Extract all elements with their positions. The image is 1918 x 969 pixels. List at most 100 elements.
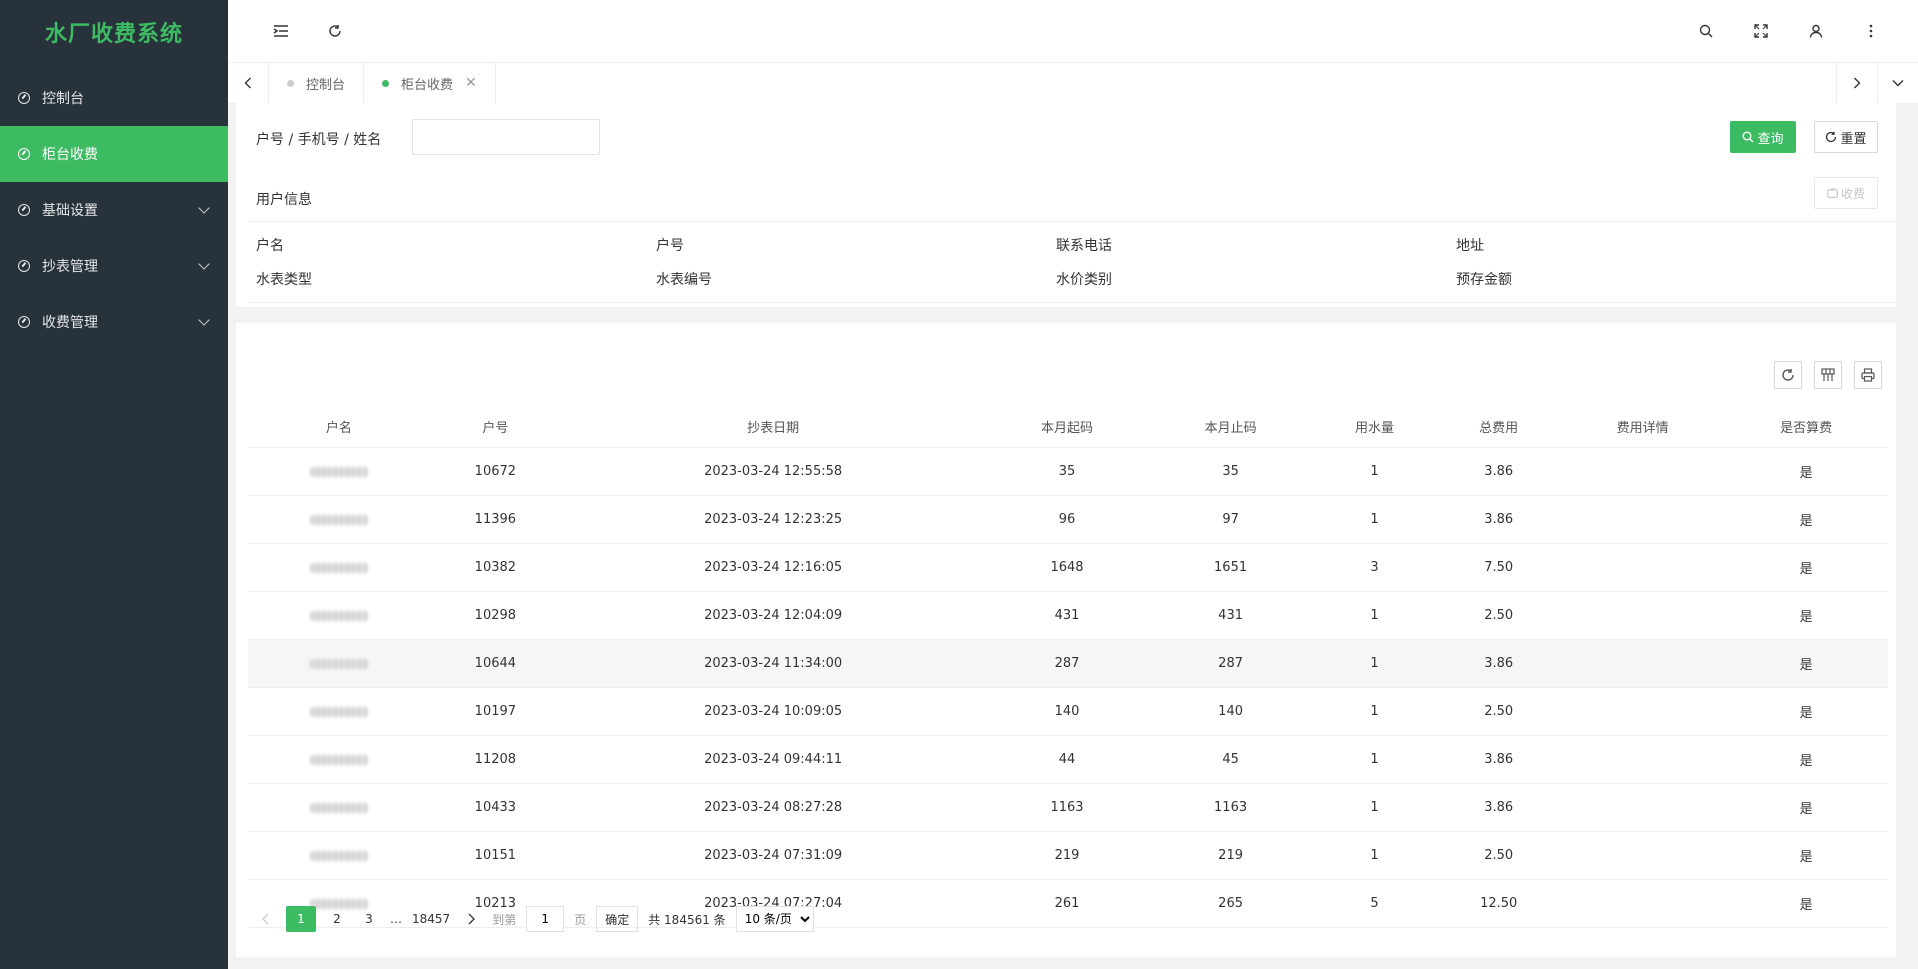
column-header[interactable]: 抄表日期 (561, 405, 986, 448)
table-cell: 2023-03-24 12:23:25 (561, 495, 986, 544)
table-cell (248, 495, 430, 544)
column-header[interactable]: 费用详情 (1560, 405, 1725, 448)
table-cell: 1 (1312, 639, 1437, 688)
next-page-icon[interactable] (460, 906, 482, 932)
page-button-3[interactable]: 3 (358, 906, 380, 932)
table-row[interactable]: 10644 2023-03-24 11:34:00 287 287 1 3.86 是 (248, 639, 1888, 688)
sidebar-item-counter-charge[interactable]: 柜台收费 (0, 126, 228, 182)
table-row[interactable]: 11396 2023-03-24 12:23:25 96 97 1 3.86 是 (248, 495, 1888, 544)
refresh-icon[interactable] (318, 14, 352, 48)
sidebar: 水厂收费系统 控制台 柜台收费 基础设置 抄表管理 收费管理 (0, 0, 228, 969)
columns-icon (1821, 368, 1835, 381)
sidebar-item-dashboard[interactable]: 控制台 (0, 70, 228, 126)
table-cell: 35 (1148, 447, 1313, 496)
query-button[interactable]: 查询 (1730, 121, 1796, 153)
table-cell: 11396 (429, 495, 561, 544)
sidebar-item-basic-settings[interactable]: 基础设置 (0, 182, 228, 238)
table-cell: 219 (1148, 831, 1313, 880)
table-row[interactable]: 10197 2023-03-24 10:09:05 140 140 1 2.50 是 (248, 687, 1888, 736)
column-header[interactable]: 总费用 (1436, 405, 1561, 448)
redacted-name (309, 658, 368, 669)
records-panel: 户名 户号 抄表日期 本月起码 本月止码 用水量 总费用 费用详情 是否算费 10672 2023… (236, 323, 1896, 957)
tab-dashboard[interactable]: 控制台 (269, 63, 365, 103)
table-cell: 1 (1312, 687, 1437, 736)
fullscreen-icon[interactable] (1744, 14, 1778, 48)
chevron-down-icon (198, 202, 210, 214)
column-header[interactable]: 用水量 (1312, 405, 1437, 448)
table-cell (248, 687, 430, 736)
search-icon[interactable] (1689, 14, 1723, 48)
tab-status-dot (287, 79, 294, 87)
table-cell: 2023-03-24 12:16:05 (561, 543, 986, 592)
column-header[interactable]: 户名 (248, 405, 430, 448)
user-info-grid: 户名 户号 联系电话 地址 水表类型 水表编号 水价类别 预存金额 (248, 221, 1896, 303)
redacted-name (309, 466, 368, 477)
goto-confirm-button[interactable]: 确定 (596, 906, 639, 932)
redacted-name (309, 850, 368, 861)
page-button-last[interactable]: 18457 (412, 906, 450, 932)
menu-toggle-icon[interactable] (264, 14, 298, 48)
tabs-scroll-right-icon[interactable] (1836, 63, 1877, 103)
sidebar-item-label: 基础设置 (42, 203, 98, 219)
table-cell: 是 (1724, 735, 1888, 784)
page-size-select[interactable]: 10 条/页 (735, 906, 814, 932)
reset-button[interactable]: 重置 (1814, 121, 1878, 153)
goto-page-input[interactable] (526, 906, 565, 932)
column-header[interactable]: 本月止码 (1148, 405, 1313, 448)
table-cell: 3.86 (1436, 735, 1561, 784)
table-cell: 3.86 (1436, 639, 1561, 688)
table-cell: 是 (1724, 879, 1888, 928)
dashboard-gauge-icon (18, 148, 30, 160)
column-header[interactable]: 户号 (429, 405, 561, 448)
tabs-scroll-left-icon[interactable] (228, 63, 269, 103)
table-cell: 219 (985, 831, 1149, 880)
info-field-name: 户名 (256, 238, 284, 254)
table-cell: 1 (1312, 495, 1437, 544)
table-cell: 431 (1148, 591, 1313, 640)
table-row[interactable]: 10433 2023-03-24 08:27:28 1163 1163 1 3.86 是 (248, 783, 1888, 832)
sidebar-item-label: 柜台收费 (42, 147, 98, 163)
table-cell: 是 (1724, 639, 1888, 688)
table-cell: 是 (1724, 495, 1888, 544)
table-print-button[interactable] (1854, 361, 1882, 389)
table-cell (1560, 831, 1725, 880)
redacted-name (309, 802, 368, 813)
table-cell: 3.86 (1436, 495, 1561, 544)
table-cell: 2023-03-24 07:31:09 (561, 831, 986, 880)
tab-counter-charge[interactable]: 柜台收费 ✕ (364, 63, 496, 103)
table-row[interactable]: 10672 2023-03-24 12:55:58 35 35 1 3.86 是 (248, 447, 1888, 496)
table-columns-button[interactable] (1814, 361, 1842, 389)
table-row[interactable]: 10382 2023-03-24 12:16:05 1648 1651 3 7.50 是 (248, 543, 1888, 592)
table-cell: 1651 (1148, 543, 1313, 592)
info-field-phone: 联系电话 (1056, 238, 1112, 254)
close-icon[interactable]: ✕ (465, 75, 477, 91)
table-row[interactable]: 11208 2023-03-24 09:44:11 44 45 1 3.86 是 (248, 735, 1888, 784)
table-cell: 10644 (429, 639, 561, 688)
table-cell: 287 (1148, 639, 1313, 688)
total-count: 共 184561 条 (648, 912, 726, 927)
sidebar-item-meter-reading[interactable]: 抄表管理 (0, 238, 228, 294)
table-cell: 是 (1724, 591, 1888, 640)
column-header[interactable]: 本月起码 (985, 405, 1149, 448)
table-cell (248, 639, 430, 688)
user-icon[interactable] (1799, 14, 1833, 48)
sidebar-item-label: 控制台 (42, 91, 84, 107)
table-refresh-button[interactable] (1774, 361, 1802, 389)
table-cell: 35 (985, 447, 1149, 496)
page-button-1[interactable]: 1 (286, 906, 316, 932)
table-row[interactable]: 10298 2023-03-24 12:04:09 431 431 1 2.50 是 (248, 591, 1888, 640)
page-button-2[interactable]: 2 (326, 906, 348, 932)
sidebar-item-charge-management[interactable]: 收费管理 (0, 294, 228, 350)
prev-page-icon[interactable] (254, 906, 276, 932)
table-cell (1560, 687, 1725, 736)
table-cell (1560, 495, 1725, 544)
table-cell (248, 735, 430, 784)
table-row[interactable]: 10151 2023-03-24 07:31:09 219 219 1 2.50 是 (248, 831, 1888, 880)
tabs-dropdown-chevron-down-icon[interactable] (1877, 63, 1918, 103)
charge-button[interactable]: 收费 (1814, 177, 1878, 209)
refresh-icon (1826, 131, 1837, 143)
more-vertical-icon[interactable] (1854, 14, 1888, 48)
column-header[interactable]: 是否算费 (1724, 405, 1888, 448)
main-area: 控制台 柜台收费 ✕ 户号 / 手机号 / 姓名 查询 重置 用户信息 收费 户… (228, 0, 1918, 969)
search-input[interactable] (412, 119, 600, 155)
